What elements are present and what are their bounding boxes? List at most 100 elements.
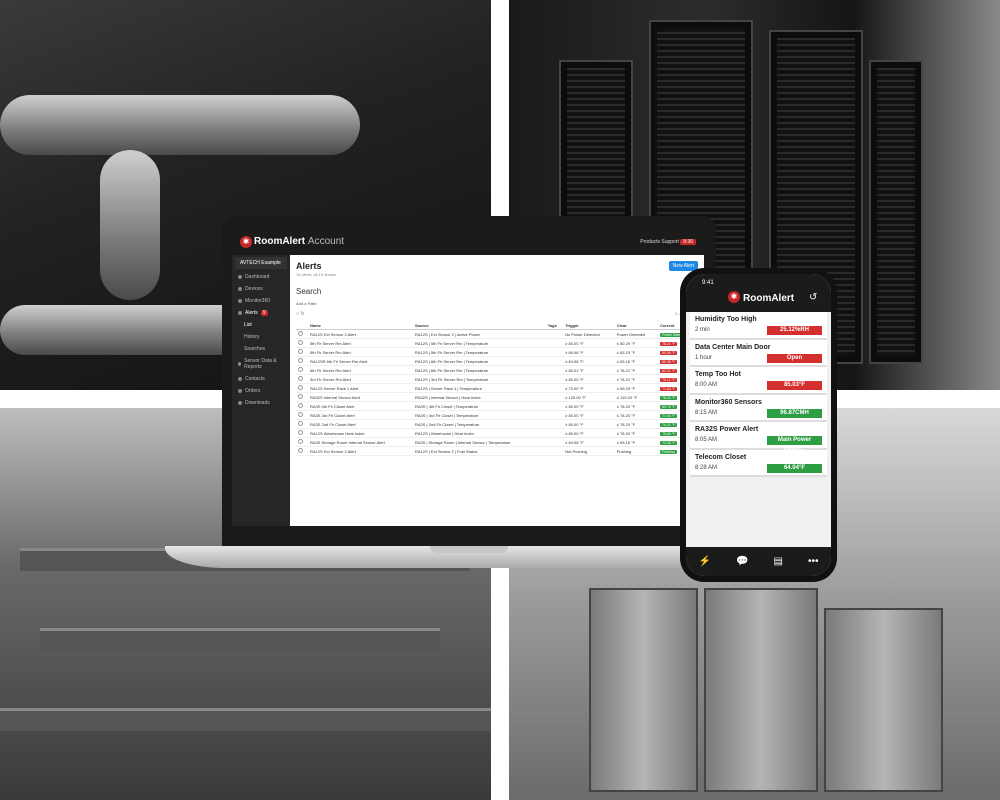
alert-card[interactable]: Monitor360 Sensors 8:15 AM 96.87CMH <box>690 394 827 422</box>
table-row[interactable]: RA12S Ext Sensor 2 Alert RA12S | Ext Sens… <box>296 446 702 456</box>
sidebar-item-devices[interactable]: Devices <box>232 283 290 295</box>
row-checkbox[interactable] <box>296 356 308 366</box>
col-tags[interactable]: Tags <box>545 322 564 330</box>
contacts-icon <box>238 377 242 381</box>
row-checkbox[interactable] <box>296 446 308 456</box>
table-cell: RA12S Ext Sensor 2 Alert <box>308 446 413 456</box>
table-cell: ≤ 83.16 °F <box>614 437 659 447</box>
sidebar-item-history[interactable]: History <box>232 331 290 343</box>
history-icon[interactable]: ↺ <box>809 292 817 303</box>
download-icon <box>238 401 242 405</box>
col-trigger[interactable]: Trigger <box>563 322 615 330</box>
status-time: 9:41 <box>702 280 714 286</box>
table-row[interactable]: RA12S Warehouse Heat Index RA12S | Wareho… <box>296 428 702 438</box>
phone-header: 9:41 ✱ RoomAlert ↺ <box>686 274 831 312</box>
col-name[interactable]: Name <box>308 322 413 330</box>
table-row[interactable]: RA12SR 6th Flr Server Rm Alert RA12S | 6t… <box>296 356 702 366</box>
sidebar-item-searches[interactable]: Searches <box>232 343 290 355</box>
org-selector[interactable]: AVTECH Example <box>235 257 287 269</box>
table-cell: ≥ 80.00 °F <box>563 374 615 384</box>
table-row[interactable]: RA32S Internal Sensor Alert RA32S | Inter… <box>296 392 702 402</box>
alert-time: 1 hour <box>695 354 713 361</box>
shelf-shape <box>40 628 440 651</box>
products-link[interactable]: Products <box>640 239 660 245</box>
sidebar-item-orders[interactable]: Orders <box>232 385 290 397</box>
table-row[interactable]: RA3S 3rd Flr Closet Alert RA3S | 3rd Flr … <box>296 410 702 420</box>
page-title: Alerts <box>296 261 322 271</box>
table-cell: RA12S | 3rd Flr Server Rm | Temperature <box>413 374 546 384</box>
sidebar-item-alerts[interactable]: Alerts 9 <box>232 307 290 319</box>
table-cell: ≥ 80.00 °F <box>563 338 615 348</box>
alerts-bolt-icon[interactable]: ⚡ <box>699 556 711 567</box>
alert-card[interactable]: Telecom Closet 8:28 AM 64.04°F <box>690 449 827 477</box>
more-icon[interactable]: ••• <box>808 556 819 567</box>
sidebar-item-monitor360[interactable]: Monitor360 <box>232 295 290 307</box>
table-cell: ≥ 84.98 °F <box>563 437 615 447</box>
sidebar-item-downloads[interactable]: Downloads <box>232 397 290 409</box>
support-link[interactable]: Support <box>661 239 679 245</box>
table-cell: ≥ 84.98 °F <box>563 347 615 357</box>
table-row[interactable]: 5th Flr Server Rm Alert RA12S | 5th Flr S… <box>296 338 702 348</box>
row-checkbox[interactable] <box>296 410 308 420</box>
row-checkbox[interactable] <box>296 428 308 438</box>
table-row[interactable]: 3rd Flr Server Rm Alert RA12S | 3rd Flr S… <box>296 374 702 384</box>
table-cell: ≤ 119.20 °F <box>614 392 659 402</box>
select-all-checkbox[interactable]: ○ <box>296 311 299 317</box>
table-cell: RA3S 3rd Flr Closet Alert <box>308 410 413 420</box>
table-row[interactable]: RA3S 2nd Flr Closet Alert RA3S | 2nd Flr … <box>296 419 702 429</box>
table-row[interactable]: RA12S Server Rack 1 Alert RA12S | Server … <box>296 383 702 393</box>
table-row[interactable]: RA12S Ext Sensor 2 Alert RA12S | Ext Sens… <box>296 329 702 339</box>
table-row[interactable]: RA3S Storage Room Internal Sensor Alert R… <box>296 437 702 447</box>
refresh-icon[interactable]: ↻ <box>300 311 304 317</box>
current-value-pill: 69.75 °F <box>660 404 678 409</box>
table-cell <box>545 428 564 438</box>
row-checkbox[interactable] <box>296 365 308 375</box>
table-cell: RA12S | Server Rack 1 | Temperature <box>413 383 546 393</box>
row-checkbox[interactable] <box>296 392 308 402</box>
row-checkbox[interactable] <box>296 437 308 447</box>
alert-time: 8:00 AM <box>695 382 718 388</box>
table-cell <box>545 374 564 384</box>
alert-card[interactable]: Temp Too Hot 8:00 AM 85.03°F <box>690 367 827 395</box>
row-checkbox[interactable] <box>296 383 308 393</box>
table-cell <box>545 437 564 447</box>
add-filter-link[interactable]: Add a Filter <box>296 301 316 306</box>
col-source[interactable]: Source <box>413 322 546 330</box>
row-checkbox[interactable] <box>296 338 308 348</box>
current-value-pill: 73.28 °F <box>660 440 678 445</box>
table-cell: ≥ 120.00 °F <box>563 392 615 402</box>
table-cell: ≤ 83.16 °F <box>614 356 659 366</box>
sidebar-item-sensor-data[interactable]: Sensor Data & Reports <box>232 355 290 373</box>
table-cell: ≤ 78.20 °F <box>614 419 659 429</box>
row-checkbox[interactable] <box>296 419 308 429</box>
row-checkbox[interactable] <box>296 329 308 339</box>
page-subtitle: 15 alerts, all 15 shown <box>296 272 336 277</box>
dashboard-icon <box>238 275 242 279</box>
table-cell <box>545 365 564 375</box>
alert-name: Temp Too Hot <box>695 371 742 378</box>
duct-shape <box>0 95 360 155</box>
table-row[interactable]: 6th Flr Server Rm Alert RA12S | 6th Flr S… <box>296 365 702 375</box>
row-checkbox[interactable] <box>296 374 308 384</box>
row-checkbox[interactable] <box>296 347 308 357</box>
table-cell: 6th Flr Server Rm Alert <box>308 365 413 375</box>
table-row[interactable]: RA3S 4th Flr Closet Alert RA3S | 4th Flr … <box>296 401 702 411</box>
row-checkbox[interactable] <box>296 401 308 411</box>
devices-icon[interactable]: ▤ <box>773 556 782 567</box>
chart-icon <box>238 362 242 366</box>
alert-card[interactable]: RA32S Power Alert 8:05 AM Main Power Detec… <box>690 422 827 452</box>
sidebar-item-contacts[interactable]: Contacts <box>232 373 290 385</box>
table-cell: 5th Flr Server Rm Alert <box>308 338 413 348</box>
table-row[interactable]: 5th Flr Server Rm Alert RA12S | 5th Flr S… <box>296 347 702 357</box>
col-select <box>296 322 308 330</box>
sidebar-item-list[interactable]: List <box>232 319 290 331</box>
alert-name: Humidity Too High <box>695 316 757 323</box>
chat-icon[interactable]: 💬 <box>736 556 748 567</box>
sidebar-item-dashboard[interactable]: Dashboard <box>232 271 290 283</box>
table-cell: ≥ 70.00 °F <box>563 383 615 393</box>
app-brand[interactable]: RoomAlert Account <box>254 236 344 247</box>
alert-card[interactable]: Humidity Too High 2 min 25.12%RH <box>690 312 827 340</box>
col-clear[interactable]: Clear <box>614 322 659 330</box>
table-cell: RA32S Internal Sensor Alert <box>308 392 413 402</box>
alert-card[interactable]: Data Center Main Door 1 hour Open <box>690 339 827 367</box>
